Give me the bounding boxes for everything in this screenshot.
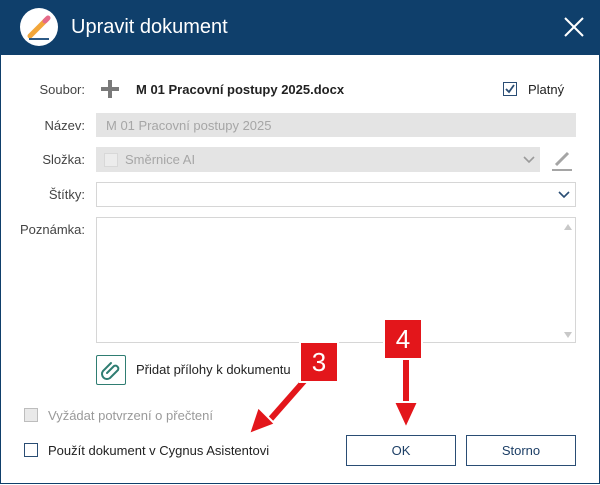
annotation-badge-4: 4	[383, 318, 423, 360]
arrow-3	[247, 376, 309, 436]
arrow-4	[392, 354, 420, 431]
annotation-badge-3: 3	[299, 341, 339, 383]
annotation-arrows	[247, 354, 420, 436]
